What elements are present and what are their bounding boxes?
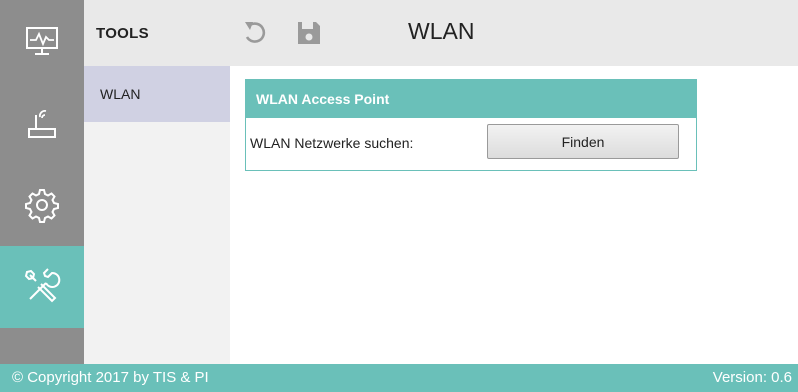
undo-button[interactable]: [240, 18, 270, 48]
copyright-text: © Copyright 2017 by TIS & PI: [12, 369, 209, 386]
sidebar-item-tools[interactable]: [0, 246, 84, 328]
tools-item-wlan[interactable]: WLAN: [84, 66, 230, 122]
sidebar-rail: [0, 0, 84, 364]
wlan-access-point-panel: WLAN Access Point WLAN Netzwerke suchen:…: [245, 79, 697, 171]
router-icon: [28, 110, 56, 138]
monitor-icon: [26, 27, 58, 55]
tools-header: TOOLS: [84, 0, 230, 66]
tools-item-label: WLAN: [100, 86, 141, 102]
save-icon: [298, 22, 320, 44]
search-networks-label: WLAN Netzwerke suchen:: [250, 135, 414, 151]
tools-panel: TOOLS WLAN: [84, 0, 230, 364]
gear-icon: [25, 189, 59, 223]
tools-icon: [24, 268, 61, 303]
save-button[interactable]: [294, 18, 324, 48]
sidebar-item-router[interactable]: [0, 82, 84, 164]
footer: © Copyright 2017 by TIS & PI Version: 0.…: [0, 364, 798, 392]
sidebar-item-monitor[interactable]: [0, 0, 84, 82]
version-text: Version: 0.6: [712, 369, 792, 386]
undo-icon: [245, 22, 266, 43]
panel-title: WLAN Access Point: [256, 91, 390, 107]
panel-header: WLAN Access Point: [246, 80, 696, 118]
top-bar: WLAN: [230, 0, 798, 66]
sidebar-item-settings[interactable]: [0, 164, 84, 246]
tools-title: TOOLS: [96, 24, 149, 42]
page-title: WLAN: [408, 18, 475, 44]
app-window: TOOLS WLAN WLAN WLAN Access Point WLAN N…: [0, 0, 798, 392]
find-button[interactable]: Finden: [487, 124, 679, 159]
